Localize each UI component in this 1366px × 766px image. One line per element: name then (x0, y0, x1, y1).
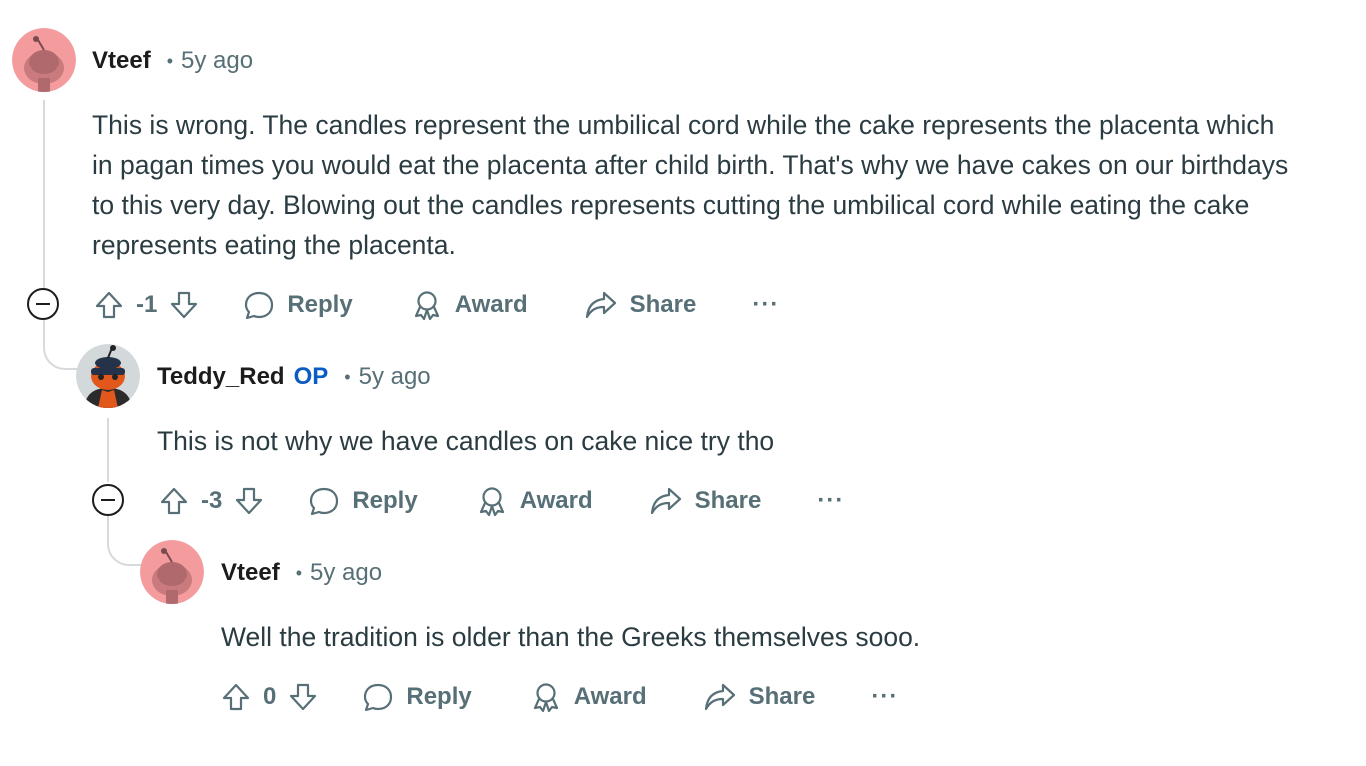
comment-meta: Vteef • 5y ago (92, 45, 253, 77)
reply-label: Reply (406, 683, 472, 710)
comment-body: Well the tradition is older than the Gre… (221, 622, 921, 652)
award-button[interactable]: Award (476, 485, 593, 517)
meta-separator: • (295, 562, 302, 583)
reply-button[interactable]: Reply (308, 485, 418, 517)
award-button[interactable]: Award (411, 289, 528, 321)
op-badge: OP (293, 363, 329, 390)
award-ribbon-icon (414, 291, 439, 321)
timestamp[interactable]: 5y ago (181, 47, 253, 75)
share-button[interactable]: Share (703, 681, 816, 713)
downvote-icon[interactable] (286, 680, 320, 714)
thread-connector-1 (43, 318, 81, 370)
thread-connector-2 (107, 516, 145, 566)
share-button[interactable]: Share (584, 289, 697, 321)
more-options-button[interactable]: ··· (817, 487, 844, 515)
collapse-minus-icon (36, 303, 50, 305)
username[interactable]: Vteef (221, 559, 280, 587)
speech-bubble-icon (364, 683, 393, 712)
reply-label: Reply (287, 291, 353, 318)
upvote-icon[interactable] (157, 484, 191, 518)
share-arrow-icon (585, 291, 616, 319)
comment-body: This is wrong. The candles represent the… (92, 110, 1289, 260)
vote-score: -1 (136, 291, 158, 318)
collapse-button[interactable] (92, 484, 124, 516)
timestamp[interactable]: 5y ago (359, 363, 431, 391)
comment-actions: 0 Reply Award Share ··· (219, 677, 898, 717)
reply-label: Reply (352, 487, 418, 514)
comment-body: This is not why we have candles on cake … (157, 426, 775, 456)
meta-separator: • (344, 366, 351, 387)
thread-line-level-1 (43, 100, 45, 288)
award-label: Award (519, 487, 593, 514)
upvote-icon[interactable] (219, 680, 253, 714)
snoo-avatar-icon (76, 344, 140, 408)
award-label: Award (454, 291, 528, 318)
share-label: Share (694, 487, 762, 514)
comment-actions: -3 Reply Award Share ··· (157, 481, 844, 521)
comment-meta: Vteef • 5y ago (221, 557, 382, 589)
snoo-avatar-icon (140, 540, 204, 604)
avatar[interactable] (12, 28, 76, 92)
avatar[interactable] (76, 344, 140, 408)
vote-score: 0 (263, 683, 277, 710)
thread-line-level-2 (107, 418, 109, 482)
timestamp[interactable]: 5y ago (310, 559, 382, 587)
reply-button[interactable]: Reply (243, 289, 353, 321)
award-button[interactable]: Award (530, 681, 647, 713)
speech-bubble-icon (245, 291, 274, 320)
more-options-button[interactable]: ··· (871, 683, 898, 711)
username[interactable]: Vteef (92, 47, 151, 75)
username[interactable]: Teddy_Red (157, 363, 285, 391)
snoo-avatar-icon (12, 28, 76, 92)
speech-bubble-icon (310, 487, 339, 516)
vote-score: -3 (201, 487, 223, 514)
downvote-icon[interactable] (232, 484, 266, 518)
comment-meta: Teddy_Red OP • 5y ago (157, 361, 431, 393)
award-ribbon-icon (479, 487, 504, 517)
share-label: Share (748, 683, 816, 710)
award-label: Award (573, 683, 647, 710)
share-arrow-icon (650, 487, 681, 515)
meta-separator: • (166, 50, 173, 71)
collapse-button[interactable] (27, 288, 59, 320)
more-options-button[interactable]: ··· (752, 291, 779, 319)
award-ribbon-icon (533, 683, 558, 713)
comment-actions: -1 Reply Award Share ··· (92, 285, 779, 325)
share-label: Share (629, 291, 697, 318)
collapse-minus-icon (101, 499, 115, 501)
upvote-icon[interactable] (92, 288, 126, 322)
downvote-icon[interactable] (167, 288, 201, 322)
reply-button[interactable]: Reply (362, 681, 472, 713)
share-arrow-icon (704, 683, 735, 711)
avatar[interactable] (140, 540, 204, 604)
share-button[interactable]: Share (649, 485, 762, 517)
